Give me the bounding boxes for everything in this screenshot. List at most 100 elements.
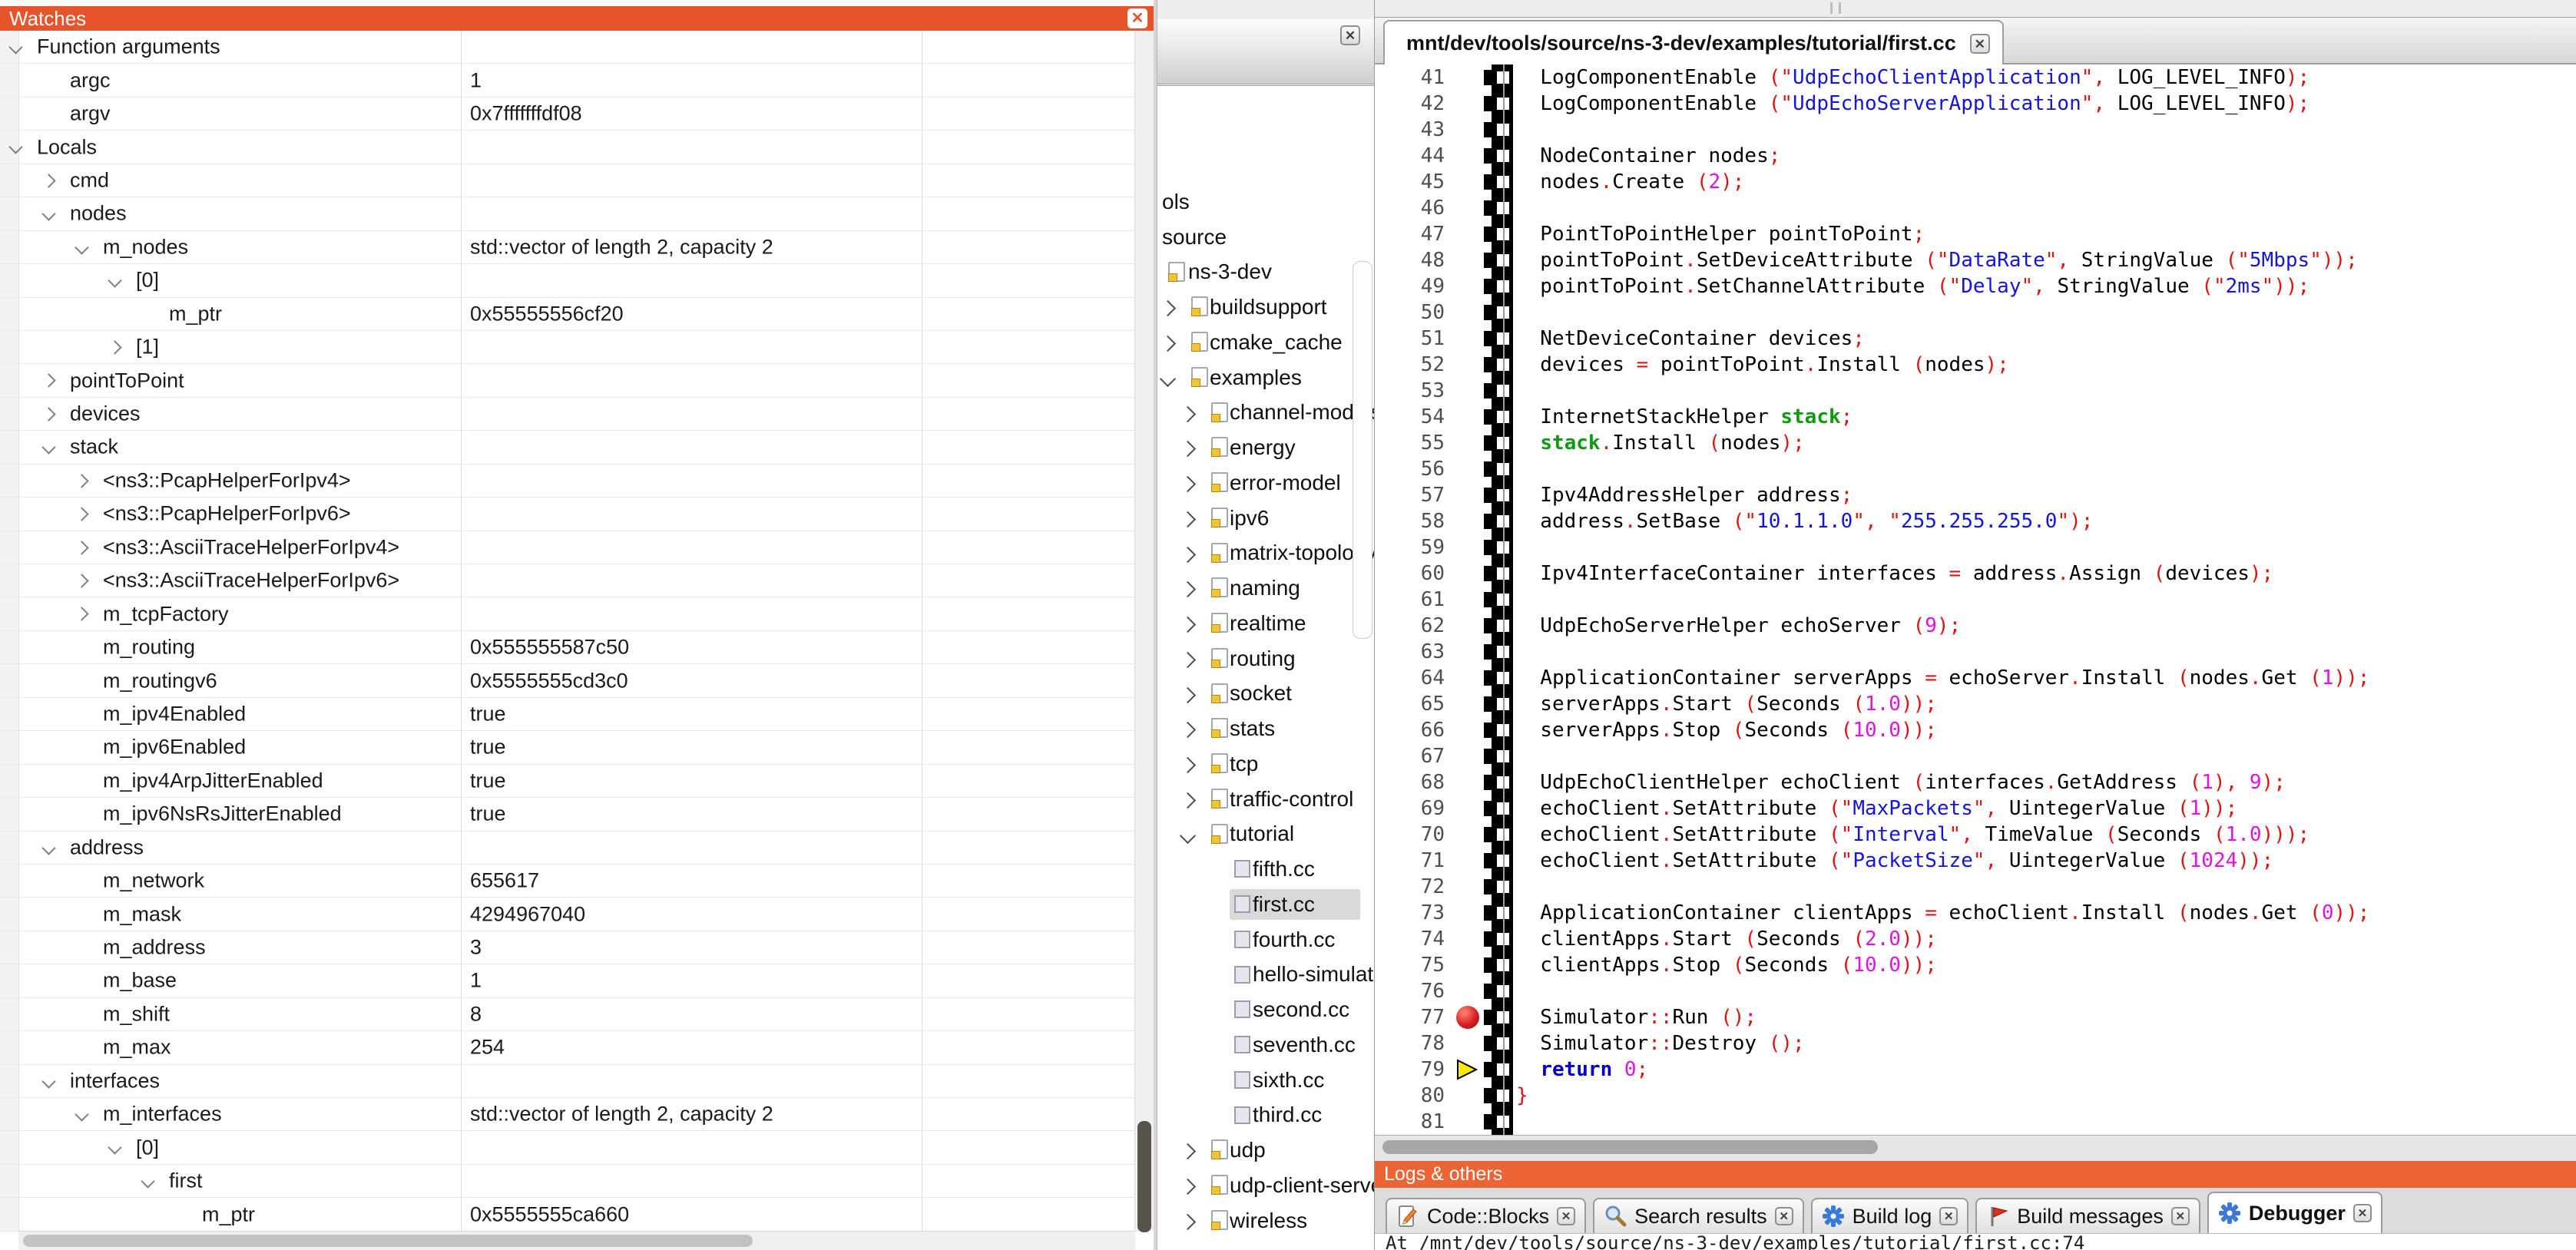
watch-row[interactable]: devices xyxy=(0,398,1154,431)
line-marker-margin[interactable] xyxy=(1454,874,1484,900)
line-number[interactable]: 41 xyxy=(1375,66,1454,89)
code-line[interactable]: 73 ApplicationContainer clientApps = ech… xyxy=(1375,900,2576,926)
line-number[interactable]: 54 xyxy=(1375,405,1454,428)
scrollbar-thumb[interactable] xyxy=(1137,1121,1151,1232)
watch-row[interactable]: Function arguments xyxy=(0,31,1154,64)
close-icon[interactable] xyxy=(1127,8,1147,28)
fold-margin[interactable] xyxy=(1484,378,1513,404)
watch-row[interactable]: <ns3::AsciiTraceHelperForIpv4> xyxy=(0,531,1154,564)
line-number[interactable]: 55 xyxy=(1375,432,1454,455)
line-number[interactable]: 44 xyxy=(1375,144,1454,167)
chevron-right-icon[interactable] xyxy=(1180,441,1196,457)
chevron-right-icon[interactable] xyxy=(74,607,88,621)
watch-row[interactable]: argv0x7fffffffdf08 xyxy=(0,98,1154,131)
code-line[interactable]: 47 PointToPointHelper pointToPoint; xyxy=(1375,221,2576,247)
tree-item[interactable]: matrix-topology xyxy=(1157,536,1374,571)
code-line[interactable]: 64 ApplicationContainer serverApps = ech… xyxy=(1375,665,2576,691)
tree-item[interactable]: naming xyxy=(1157,570,1374,606)
line-number[interactable]: 49 xyxy=(1375,275,1454,298)
watch-row[interactable]: nodes xyxy=(0,197,1154,230)
breakpoint-icon[interactable] xyxy=(1456,1006,1479,1029)
line-marker-margin[interactable] xyxy=(1454,900,1484,926)
line-marker-margin[interactable] xyxy=(1454,273,1484,299)
line-marker-margin[interactable] xyxy=(1454,613,1484,639)
chevron-right-icon[interactable] xyxy=(1180,476,1196,492)
tree-item[interactable]: seventh.cc xyxy=(1157,1027,1374,1063)
chevron-right-icon[interactable] xyxy=(41,174,55,187)
code-line[interactable]: 68 UdpEchoClientHelper echoClient (inter… xyxy=(1375,769,2576,795)
tree-item[interactable]: buildsupport xyxy=(1157,289,1374,325)
code-line[interactable]: 70 echoClient.SetAttribute ("Interval", … xyxy=(1375,822,2576,848)
projects-scrollbar-thumb[interactable] xyxy=(1353,261,1372,639)
watch-row[interactable]: <ns3::PcapHelperForIpv4> xyxy=(0,465,1154,498)
line-marker-margin[interactable] xyxy=(1454,195,1484,221)
line-number[interactable]: 50 xyxy=(1375,301,1454,324)
watch-row[interactable]: m_ptr0x5555555ca660 xyxy=(0,1198,1154,1231)
tree-item[interactable]: tutorial xyxy=(1157,817,1374,852)
code-line[interactable]: 72 xyxy=(1375,874,2576,900)
logs-tab-build-messages[interactable]: Build messages xyxy=(1975,1198,2200,1233)
line-number[interactable]: 70 xyxy=(1375,823,1454,846)
watch-row[interactable]: [1] xyxy=(0,331,1154,364)
chevron-right-icon[interactable] xyxy=(74,541,88,554)
code-line[interactable]: 78 Simulator::Destroy (); xyxy=(1375,1030,2576,1057)
code-area[interactable]: 41 LogComponentEnable ("UdpEchoClientApp… xyxy=(1375,64,2576,1135)
watch-row[interactable]: first xyxy=(0,1165,1154,1198)
line-marker-margin[interactable] xyxy=(1454,639,1484,665)
watches-titlebar[interactable]: Watches xyxy=(0,6,1154,31)
line-marker-margin[interactable] xyxy=(1454,743,1484,769)
fold-margin[interactable] xyxy=(1484,1030,1513,1057)
close-icon[interactable] xyxy=(1340,25,1360,45)
fold-margin[interactable] xyxy=(1484,665,1513,691)
fold-margin[interactable] xyxy=(1484,717,1513,743)
tree-item[interactable]: stats xyxy=(1157,711,1374,746)
fold-margin[interactable] xyxy=(1484,900,1513,926)
line-number[interactable]: 62 xyxy=(1375,614,1454,637)
tree-item[interactable]: fifth.cc xyxy=(1157,852,1374,887)
close-icon[interactable] xyxy=(2171,1207,2190,1225)
chevron-right-icon[interactable] xyxy=(1180,581,1196,597)
line-marker-margin[interactable] xyxy=(1454,822,1484,848)
tree-item[interactable]: fourth.cc xyxy=(1157,922,1374,957)
code-line[interactable]: 49 pointToPoint.SetChannelAttribute ("De… xyxy=(1375,273,2576,299)
watch-row[interactable]: m_ipv4Enabledtrue xyxy=(0,698,1154,731)
watch-row[interactable]: [0] xyxy=(0,264,1154,297)
line-marker-margin[interactable] xyxy=(1454,795,1484,822)
code-line[interactable]: 60 Ipv4InterfaceContainer interfaces = a… xyxy=(1375,561,2576,587)
fold-margin[interactable] xyxy=(1484,508,1513,534)
watch-row[interactable]: m_max254 xyxy=(0,1031,1154,1064)
line-marker-margin[interactable] xyxy=(1454,143,1484,169)
line-number[interactable]: 60 xyxy=(1375,562,1454,585)
fold-margin[interactable] xyxy=(1484,299,1513,326)
fold-margin[interactable] xyxy=(1484,273,1513,299)
code-line[interactable]: 52 devices = pointToPoint.Install (nodes… xyxy=(1375,352,2576,378)
watch-row[interactable]: m_tcpFactory xyxy=(0,597,1154,630)
tree-item[interactable]: second.cc xyxy=(1157,992,1374,1027)
code-line[interactable]: 46 xyxy=(1375,195,2576,221)
fold-margin[interactable] xyxy=(1484,822,1513,848)
chevron-right-icon[interactable] xyxy=(1180,686,1196,703)
fold-margin[interactable] xyxy=(1484,613,1513,639)
line-number[interactable]: 76 xyxy=(1375,980,1454,1003)
code-line[interactable]: 51 NetDeviceContainer devices; xyxy=(1375,326,2576,352)
line-number[interactable]: 69 xyxy=(1375,797,1454,820)
line-number[interactable]: 47 xyxy=(1375,223,1454,246)
line-marker-margin[interactable] xyxy=(1454,926,1484,952)
tree-item[interactable]: udp xyxy=(1157,1133,1374,1168)
code-line[interactable]: 45 nodes.Create (2); xyxy=(1375,169,2576,195)
tree-item[interactable]: energy xyxy=(1157,430,1374,465)
fold-margin[interactable] xyxy=(1484,769,1513,795)
tree-item[interactable]: first.cc xyxy=(1157,887,1374,922)
splitter-grip[interactable] xyxy=(1830,2,1841,14)
line-marker-margin[interactable] xyxy=(1454,508,1484,534)
chevron-down-icon[interactable] xyxy=(141,1174,154,1188)
watch-row[interactable]: m_ipv4ArpJitterEnabledtrue xyxy=(0,765,1154,798)
line-number[interactable]: 43 xyxy=(1375,118,1454,141)
code-line[interactable]: 53 xyxy=(1375,378,2576,404)
chevron-right-icon[interactable] xyxy=(1180,757,1196,773)
line-marker-margin[interactable] xyxy=(1454,247,1484,273)
tree-item[interactable]: realtime xyxy=(1157,606,1374,641)
chevron-right-icon[interactable] xyxy=(74,474,88,488)
fold-margin[interactable] xyxy=(1484,848,1513,874)
fold-margin[interactable] xyxy=(1484,978,1513,1004)
